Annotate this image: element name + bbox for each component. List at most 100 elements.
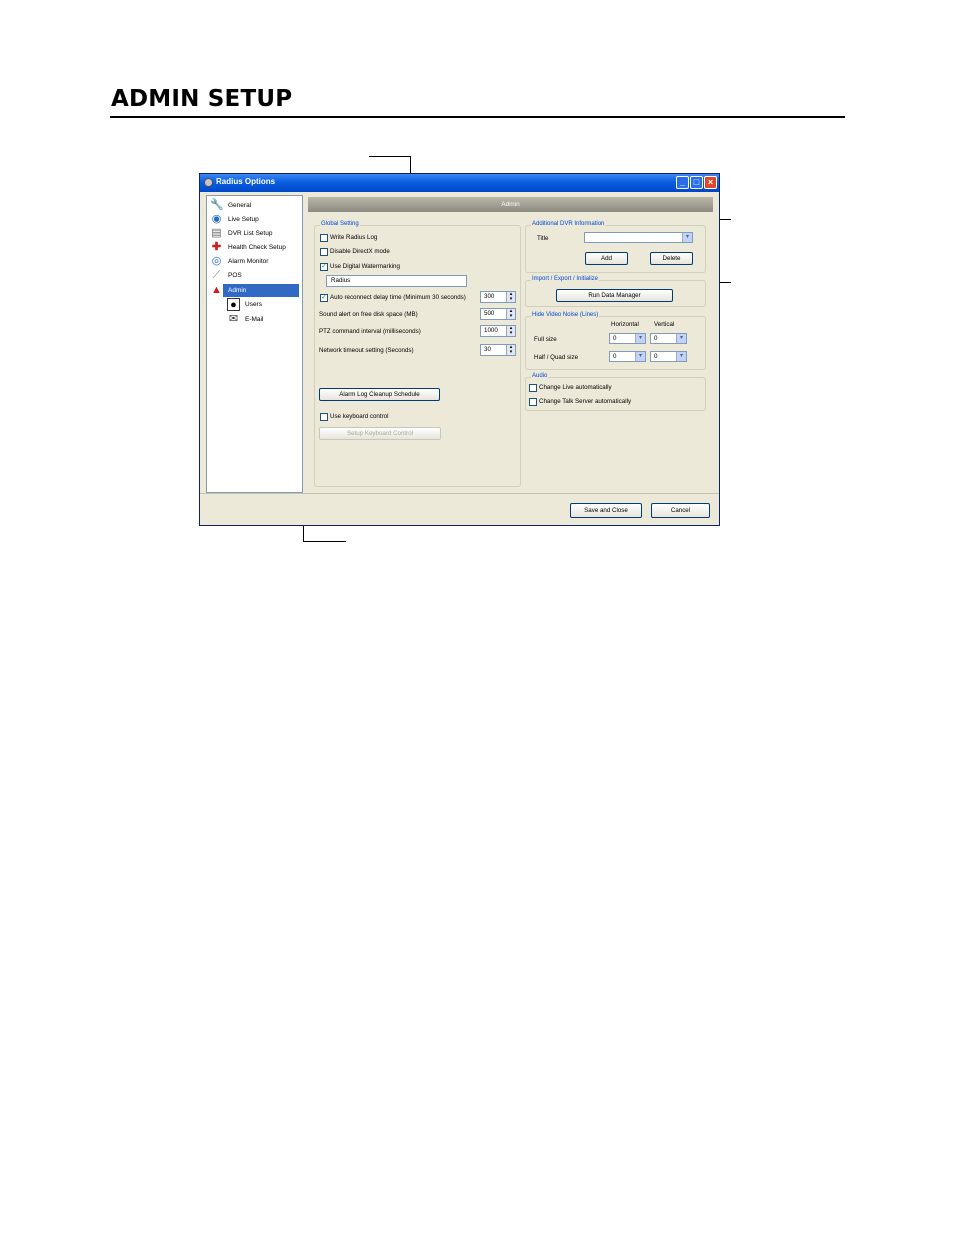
sound-alert-label: Sound alert on free disk space (MB)	[319, 311, 418, 318]
select-value: 0	[613, 353, 617, 360]
vertical-column-label: Vertical	[654, 321, 675, 328]
directx-checkbox[interactable]	[320, 248, 328, 256]
maximize-icon[interactable]: □	[690, 176, 703, 189]
reconnect-stepper[interactable]: 300 ▴ ▾	[480, 291, 516, 303]
group-title: Additional DVR Information	[531, 221, 606, 227]
change-live-checkbox[interactable]	[529, 384, 537, 392]
half-quad-size-label: Half / Quad size	[534, 354, 579, 361]
select-value: 0	[613, 335, 617, 342]
chevron-down-icon[interactable]: ▾	[635, 334, 645, 343]
chevron-down-icon[interactable]: ▾	[682, 233, 692, 242]
app-icon	[204, 178, 213, 187]
nav-item-health-check-setup[interactable]: ✚ Health Check Setup	[210, 241, 298, 254]
group-title: Global Setting	[320, 221, 360, 227]
reconnect-checkbox[interactable]: ✓	[320, 294, 328, 302]
cancel-button[interactable]: Cancel	[651, 503, 710, 518]
stepper-value: 1000	[484, 327, 498, 334]
alarm-log-cleanup-button[interactable]: Alarm Log Cleanup Schedule	[319, 388, 440, 401]
network-stepper[interactable]: 30 ▴ ▾	[480, 344, 516, 356]
setup-keyboard-button[interactable]: Setup Keyboard Control	[319, 427, 441, 440]
nav-item-label: POS	[228, 272, 242, 279]
directx-label: Disable DirectX mode	[330, 248, 390, 255]
radius-options-window: Radius Options _ □ × 🔧 General ◉ Live Se…	[199, 173, 720, 526]
alarm-bell-icon: ◎	[211, 255, 222, 267]
sound-alert-stepper[interactable]: 500 ▴ ▾	[480, 308, 516, 320]
nav-item-live-setup[interactable]: ◉ Live Setup	[210, 213, 298, 226]
stepper-value: 500	[484, 310, 495, 317]
change-talk-server-label: Change Talk Server automatically	[539, 398, 632, 405]
footer-divider	[200, 493, 719, 494]
nav-item-label: General	[228, 202, 252, 209]
delete-button[interactable]: Delete	[650, 252, 693, 265]
chevron-down-icon[interactable]: ▾	[676, 334, 686, 343]
options-tree: 🔧 General ◉ Live Setup ▤ DVR List Setup …	[206, 195, 303, 493]
chevron-down-icon[interactable]: ▾	[676, 352, 686, 361]
save-and-close-button[interactable]: Save and Close	[570, 503, 642, 518]
minimize-icon[interactable]: _	[676, 176, 689, 189]
nav-item-general[interactable]: 🔧 General	[210, 199, 298, 212]
envelope-icon: ✉	[228, 313, 239, 325]
select-value: 0	[654, 335, 658, 342]
wrench-icon: 🔧	[210, 199, 224, 211]
nav-item-admin[interactable]: ▲ Admin	[210, 284, 299, 297]
window-titlebar[interactable]: Radius Options _ □ ×	[200, 174, 719, 192]
group-title: Import / Export / Initialize	[531, 276, 600, 282]
half-size-horizontal-select[interactable]: 0 ▾	[609, 351, 646, 362]
full-size-horizontal-select[interactable]: 0 ▾	[609, 333, 646, 344]
pos-icon: ⟋	[212, 269, 221, 281]
admin-user-icon: ▲	[210, 284, 223, 297]
write-log-checkbox[interactable]	[320, 234, 328, 242]
nav-item-label: Alarm Monitor	[228, 258, 269, 265]
window-title: Radius Options	[216, 177, 276, 186]
full-size-label: Full size	[534, 336, 557, 343]
full-size-vertical-select[interactable]: 0 ▾	[650, 333, 687, 344]
stepper-value: 300	[484, 293, 495, 300]
change-live-label: Change Live automatically	[539, 384, 612, 391]
red-cross-icon: ✚	[211, 241, 222, 253]
admin-header: Admin	[308, 197, 713, 212]
spin-arrows-icon[interactable]: ▴ ▾	[506, 292, 515, 302]
callout-line	[303, 541, 346, 542]
nav-item-pos[interactable]: ⟋ POS	[210, 269, 298, 282]
spin-arrows-icon[interactable]: ▴ ▾	[506, 326, 515, 336]
ptz-label: PTZ command interval (milliseconds)	[319, 328, 421, 335]
globe-monitor-icon: ◉	[211, 213, 222, 225]
change-talk-server-checkbox[interactable]	[529, 398, 537, 406]
half-size-vertical-select[interactable]: 0 ▾	[650, 351, 687, 362]
title-select[interactable]: ▾	[584, 232, 693, 243]
nav-item-email[interactable]: ✉ E-Mail	[227, 313, 297, 326]
write-log-label: Write Radius Log	[330, 234, 378, 241]
nav-item-alarm-monitor[interactable]: ◎ Alarm Monitor	[210, 255, 298, 268]
nav-item-dvr-list-setup[interactable]: ▤ DVR List Setup	[210, 227, 298, 240]
group-title: Hide Video Noise (Lines)	[531, 312, 600, 318]
nav-item-label: Admin	[228, 287, 247, 294]
keyboard-label: Use keyboard control	[330, 413, 389, 420]
stepper-value: 30	[484, 346, 491, 353]
spin-arrows-icon[interactable]: ▴ ▾	[506, 345, 515, 355]
nav-item-users[interactable]: ● Users	[227, 298, 297, 311]
keyboard-checkbox[interactable]	[320, 413, 328, 421]
nav-item-label: Users	[245, 301, 262, 308]
dvr-list-icon: ▤	[211, 227, 222, 239]
watermark-checkbox[interactable]: ✓	[320, 263, 328, 271]
page-title: ADMIN SETUP	[111, 86, 293, 112]
ptz-stepper[interactable]: 1000 ▴ ▾	[480, 325, 516, 337]
network-label: Network timeout setting (Seconds)	[319, 347, 414, 354]
nav-item-label: Live Setup	[228, 216, 259, 223]
add-button[interactable]: Add	[585, 252, 628, 265]
nav-item-label: DVR List Setup	[228, 230, 273, 237]
run-data-manager-button[interactable]: Run Data Manager	[556, 289, 673, 302]
title-label: Title	[537, 235, 549, 242]
chevron-down-icon[interactable]: ▾	[635, 352, 645, 361]
audio-group: Audio	[525, 373, 706, 411]
close-icon[interactable]: ×	[704, 176, 717, 189]
nav-item-label: Health Check Setup	[228, 244, 286, 251]
watermark-text-input[interactable]: Radius	[326, 275, 467, 287]
title-rule	[110, 116, 845, 118]
select-value: 0	[654, 353, 658, 360]
nav-item-label: E-Mail	[245, 316, 264, 323]
callout-line	[369, 156, 411, 157]
reconnect-label: Auto reconnect delay time (Minimum 30 se…	[330, 294, 466, 301]
spin-arrows-icon[interactable]: ▴ ▾	[506, 309, 515, 319]
user-icon: ●	[227, 298, 240, 311]
